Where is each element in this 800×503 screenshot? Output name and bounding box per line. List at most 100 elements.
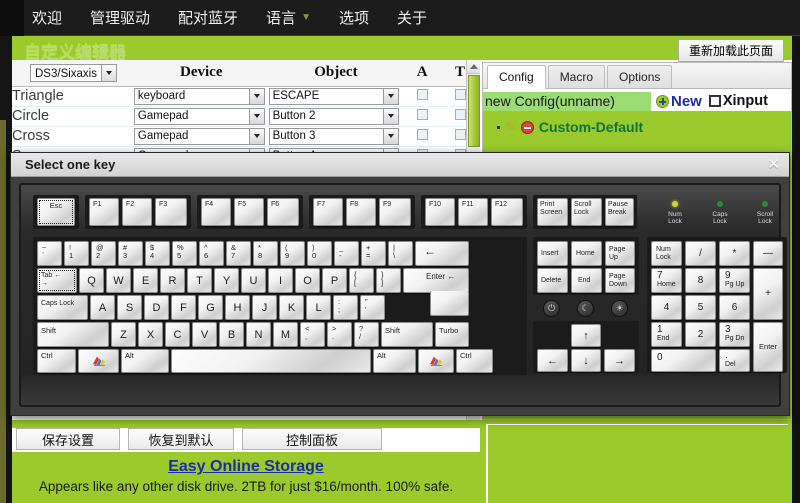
list-item[interactable]: ✎ Custom-Default: [483, 117, 791, 137]
key-3[interactable]: #3: [118, 241, 143, 266]
control-panel-button[interactable]: 控制面板: [242, 428, 382, 450]
key-minus[interactable]: _ -: [334, 241, 359, 266]
key-backspace[interactable]: ←: [415, 241, 469, 266]
key-8[interactable]: * 8: [253, 241, 278, 266]
key-alt-left[interactable]: Alt: [121, 349, 169, 373]
key-t[interactable]: T: [187, 268, 212, 293]
key-ctrl-right[interactable]: Ctrl: [456, 349, 493, 373]
key-1[interactable]: ! 1: [64, 241, 89, 266]
key-c[interactable]: C: [165, 322, 190, 347]
key-x[interactable]: X: [138, 322, 163, 347]
key-home[interactable]: Home: [571, 241, 602, 266]
key-2[interactable]: @2: [91, 241, 116, 266]
key-backquote[interactable]: ~ `: [37, 241, 62, 266]
xinput-checkbox[interactable]: [708, 95, 721, 107]
key-o[interactable]: O: [295, 268, 320, 293]
key-esc[interactable]: Esc: [37, 198, 75, 226]
key-l[interactable]: L: [306, 295, 331, 320]
key-h[interactable]: H: [225, 295, 250, 320]
key-numpad-4[interactable]: 4: [651, 295, 682, 320]
key-w[interactable]: W: [106, 268, 131, 293]
key-z[interactable]: Z: [111, 322, 136, 347]
key-s[interactable]: S: [117, 295, 142, 320]
nav-item-welcome[interactable]: 欢迎: [20, 7, 74, 28]
key-f1[interactable]: F1: [89, 198, 119, 226]
key-insert[interactable]: Insert: [537, 241, 568, 266]
key-n[interactable]: N: [246, 322, 271, 347]
restore-defaults-button[interactable]: 恢复到默认: [128, 428, 234, 450]
key-numpad-8[interactable]: 8: [685, 268, 716, 293]
key-numpad-9[interactable]: 9 Pg Up: [719, 268, 750, 293]
autofire-cell[interactable]: [403, 86, 442, 107]
key-6[interactable]: ^ 6: [199, 241, 224, 266]
nav-item-pair-bluetooth[interactable]: 配对蓝牙: [166, 7, 250, 28]
save-settings-button[interactable]: 保存设置: [16, 428, 120, 450]
key-f7[interactable]: F7: [313, 198, 343, 226]
key-enter-lower[interactable]: [430, 291, 469, 316]
key-shift-right[interactable]: Shift: [381, 322, 433, 347]
nav-item-language[interactable]: 语言 ▼: [254, 7, 323, 28]
key-period[interactable]: >.: [327, 322, 352, 347]
key-numpad-subtract[interactable]: —: [753, 241, 783, 266]
key-numpad-7[interactable]: 7 Home: [651, 268, 682, 293]
key-numpad-5[interactable]: 5: [685, 295, 716, 320]
table-row[interactable]: Circle Gamepad Button 2: [12, 106, 479, 127]
key-f11[interactable]: F11: [458, 198, 488, 226]
toggle-checkbox[interactable]: [454, 89, 466, 100]
key-f2[interactable]: F2: [122, 198, 152, 226]
key-shift-left[interactable]: Shift: [37, 322, 109, 347]
key-enter[interactable]: Enter ←: [403, 268, 469, 293]
autofire-cell[interactable]: [403, 106, 442, 127]
key-f8[interactable]: F8: [346, 198, 376, 226]
key-f9[interactable]: F9: [379, 198, 411, 226]
key-9[interactable]: (9: [280, 241, 305, 266]
key-p[interactable]: P: [322, 268, 347, 293]
new-config-button[interactable]: New: [656, 93, 702, 110]
table-row[interactable]: Triangle keyboard ESCAPE: [12, 86, 479, 107]
tab-config[interactable]: Config: [487, 65, 546, 89]
key-4[interactable]: $4: [145, 241, 170, 266]
object-select[interactable]: Button 2: [268, 107, 400, 125]
key-f6[interactable]: F6: [267, 198, 299, 226]
key-turbo[interactable]: Turbo: [435, 322, 469, 347]
key-arrow-left[interactable]: ←: [537, 349, 568, 372]
key-pause-break[interactable]: Pause Break: [605, 198, 634, 226]
key-r[interactable]: R: [160, 268, 185, 293]
key-tab[interactable]: Tab ← →: [37, 268, 77, 293]
device-select[interactable]: Gamepad: [133, 107, 265, 125]
autofire-cell[interactable]: [403, 126, 442, 147]
config-name-input[interactable]: [483, 91, 651, 111]
key-0[interactable]: ) 0: [307, 241, 332, 266]
key-caps-lock[interactable]: Caps Lock: [37, 295, 88, 320]
nav-item-about[interactable]: 关于: [385, 7, 439, 28]
key-delete[interactable]: Delete: [537, 268, 568, 293]
table-row[interactable]: Cross Gamepad Button 3: [12, 126, 479, 147]
key-bracket-left[interactable]: {[: [349, 268, 374, 293]
key-numpad-multiply[interactable]: *: [719, 241, 750, 266]
object-select[interactable]: ESCAPE: [268, 87, 400, 105]
key-i[interactable]: I: [268, 268, 293, 293]
reload-page-button[interactable]: 重新加载此页面: [677, 39, 784, 62]
key-arrow-right[interactable]: →: [604, 349, 635, 372]
device-select[interactable]: Gamepad: [133, 127, 265, 145]
device-select[interactable]: keyboard: [133, 87, 265, 105]
minus-circle-icon[interactable]: [520, 120, 534, 134]
key-y[interactable]: Y: [214, 268, 239, 293]
autofire-checkbox[interactable]: [416, 109, 428, 120]
key-numpad-1[interactable]: 1 End: [651, 322, 682, 347]
key-scroll-lock[interactable]: Scroll Lock: [571, 198, 602, 226]
key-q[interactable]: Q: [79, 268, 104, 293]
key-f5[interactable]: F5: [234, 198, 264, 226]
key-space[interactable]: [171, 349, 371, 373]
key-page-down[interactable]: Page Down: [605, 268, 635, 293]
key-numpad-divide[interactable]: /: [685, 241, 716, 266]
key-numpad-6[interactable]: 6: [719, 295, 750, 320]
nav-item-options[interactable]: 选项: [327, 7, 381, 28]
key-windows-right[interactable]: [418, 349, 454, 373]
key-j[interactable]: J: [252, 295, 277, 320]
key-d[interactable]: D: [144, 295, 169, 320]
autofire-checkbox[interactable]: [416, 129, 428, 140]
key-equals[interactable]: + =: [361, 241, 386, 266]
key-5[interactable]: % 5: [172, 241, 197, 266]
key-f3[interactable]: F3: [155, 198, 187, 226]
